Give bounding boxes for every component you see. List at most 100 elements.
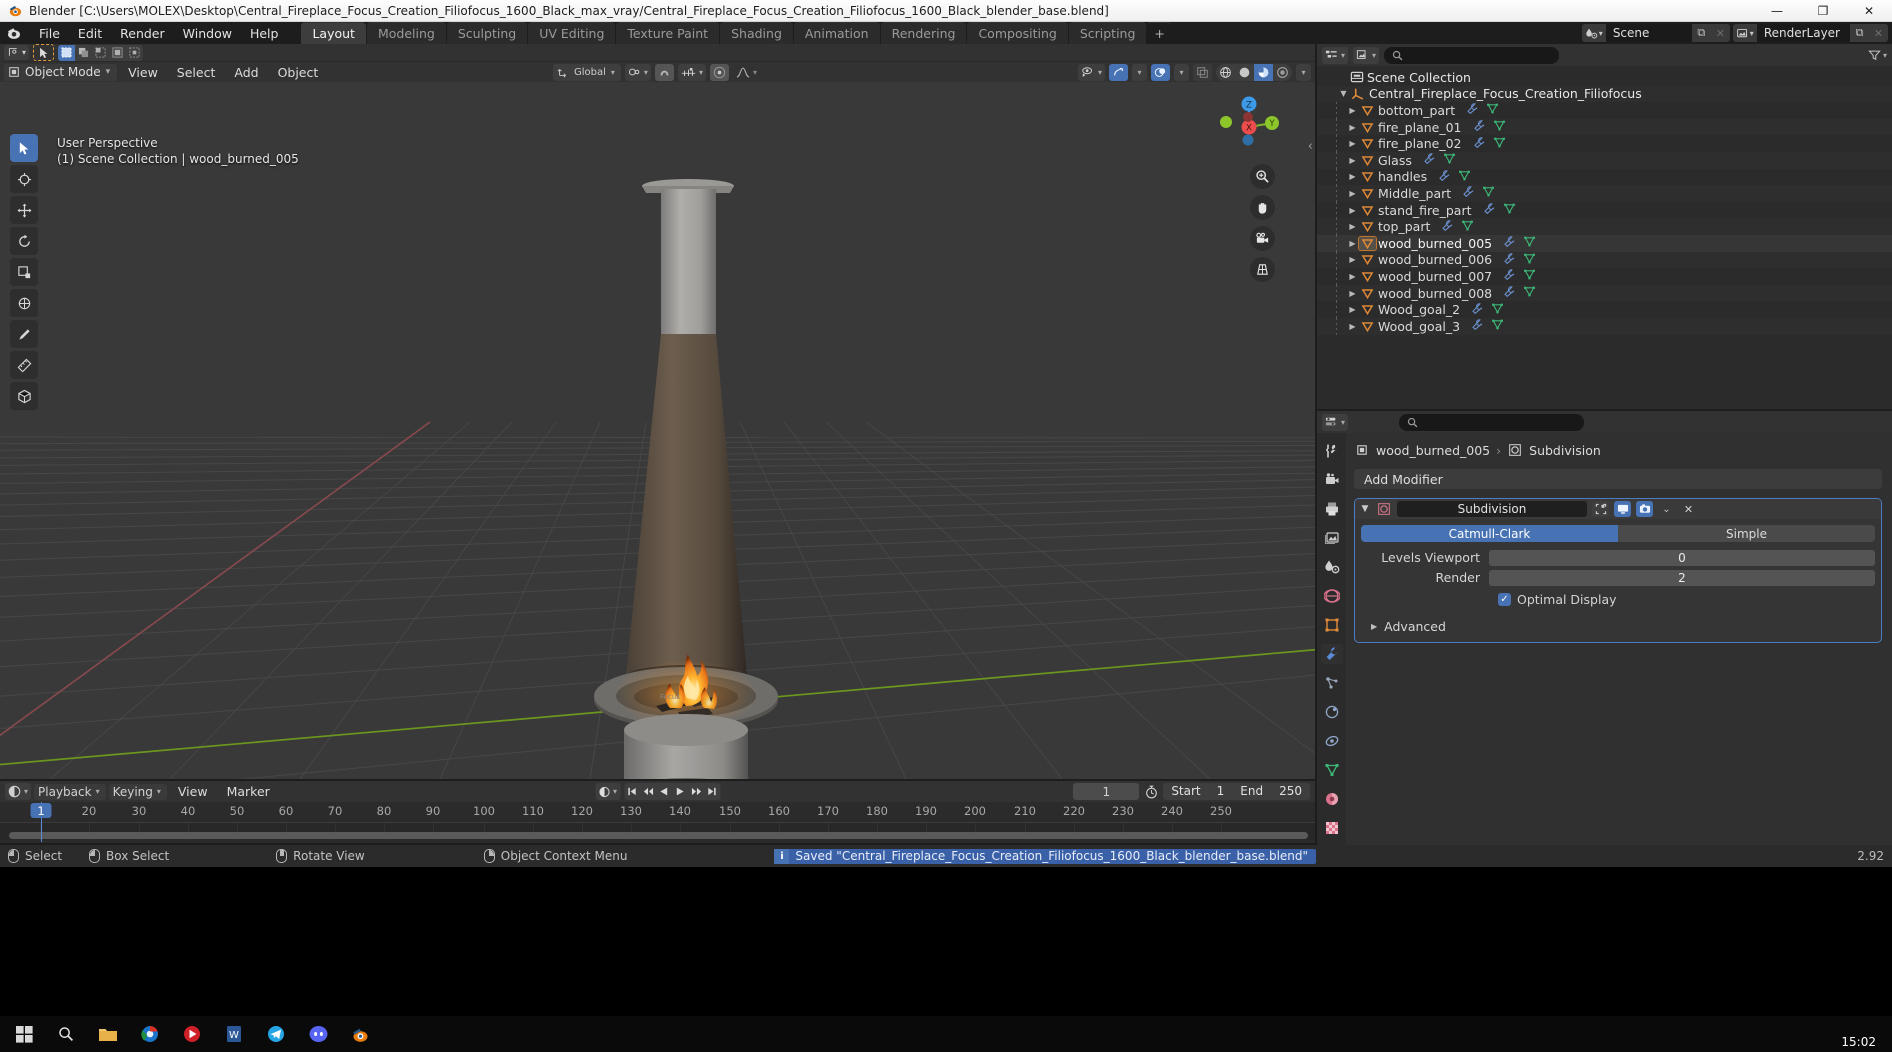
rotate-tool-icon[interactable] (10, 227, 38, 255)
add-cube-tool-icon[interactable] (10, 382, 38, 410)
add-workspace-button[interactable]: + (1147, 22, 1172, 44)
outliner-display-mode-button[interactable]: ▾ (1353, 46, 1380, 64)
word-icon[interactable]: W (214, 1017, 254, 1051)
next-keyframe-icon[interactable] (688, 783, 704, 800)
viewport-shading-group[interactable] (1216, 63, 1292, 81)
chat-app-icon[interactable] (256, 1017, 296, 1051)
timeline-editor[interactable]: ▾ Playback ▾ Keying ▾ View Marker ▾ 1 St… (0, 781, 1315, 843)
disclosure-triangle[interactable]: ▶ (1346, 206, 1359, 215)
cursor-tool-icon[interactable] (10, 165, 38, 193)
outliner-row-object[interactable]: ▶ Middle_part (1317, 185, 1892, 202)
outliner-row-object[interactable]: ▶ Wood_goal_3 (1317, 317, 1892, 335)
disclosure-triangle[interactable]: ▶ (1346, 322, 1359, 331)
disclosure-triangle[interactable]: ▶ (1346, 139, 1359, 148)
sidebar-expand-arrow[interactable]: ‹ (1308, 139, 1313, 154)
optimal-display-checkbox[interactable]: ✓ (1498, 593, 1511, 606)
outliner-row-object[interactable]: ▶ fire_plane_02 (1317, 135, 1892, 152)
modifier-icon[interactable] (1462, 185, 1475, 201)
disclosure-triangle[interactable]: ▶ (1346, 272, 1359, 281)
edit-mode-display-icon[interactable] (1592, 501, 1609, 517)
workspace-tab-uv-editing[interactable]: UV Editing (528, 21, 616, 45)
overlays-dropdown[interactable]: ▾ (1174, 63, 1189, 81)
timeline-menu-view[interactable]: View (170, 783, 216, 800)
levels-viewport-input[interactable]: 0 (1489, 549, 1875, 566)
modifier-icon[interactable] (1473, 119, 1486, 135)
outliner-row-object-selected[interactable]: ▶ wood_burned_005 (1317, 234, 1892, 252)
workspace-tab-layout[interactable]: Layout (301, 21, 366, 45)
pivot-point-selector[interactable]: ▾ (624, 63, 651, 81)
workspace-tab-shading[interactable]: Shading (720, 21, 793, 45)
simple-option[interactable]: Simple (1618, 525, 1875, 542)
timeline-menu-marker[interactable]: Marker (219, 783, 278, 800)
viewport-menu-select[interactable]: Select (169, 64, 224, 81)
shading-material-preview-icon[interactable] (1254, 63, 1273, 81)
menu-edit[interactable]: Edit (69, 24, 111, 43)
tab-modifier[interactable] (1320, 644, 1343, 664)
xray-toggle[interactable] (1193, 63, 1212, 81)
file-explorer-icon[interactable] (88, 1017, 128, 1051)
gizmo-dropdown[interactable]: ▾ (1132, 63, 1147, 81)
transform-orientation-selector[interactable]: Global ▾ (553, 63, 621, 81)
render-display-icon[interactable] (1636, 501, 1653, 517)
outliner-row-object[interactable]: ▶ top_part (1317, 218, 1892, 235)
current-frame-input[interactable]: 1 (1073, 783, 1140, 800)
outliner-editor[interactable]: ▾ ▾ ▾ Scene Collection ▼ Central_Firepla… (1317, 44, 1892, 409)
modifier-close-icon[interactable]: ✕ (1680, 501, 1697, 517)
frame-start-end[interactable]: Start 1 End 250 (1163, 783, 1310, 800)
mesh-data-icon[interactable] (1493, 136, 1506, 152)
outliner-row-object[interactable]: ▶ handles (1317, 168, 1892, 186)
tab-texture[interactable] (1321, 818, 1343, 838)
menu-help[interactable]: Help (241, 24, 288, 43)
workspace-tab-modeling[interactable]: Modeling (366, 21, 446, 45)
mesh-data-icon[interactable] (1443, 152, 1456, 168)
outliner-search-input[interactable] (1384, 46, 1560, 64)
render-levels-input[interactable]: 2 (1489, 569, 1875, 586)
tab-constraints[interactable] (1321, 731, 1343, 751)
outliner-row-object[interactable]: ▶ wood_burned_006 (1317, 251, 1892, 269)
scrollbar-thumb[interactable] (9, 832, 1308, 839)
mesh-data-icon[interactable] (1461, 219, 1474, 235)
mesh-data-icon[interactable] (1523, 235, 1536, 251)
select-set-icon[interactable] (58, 44, 76, 61)
mesh-data-icon[interactable] (1486, 102, 1499, 118)
add-modifier-button[interactable]: Add Modifier (1354, 469, 1882, 489)
jump-start-icon[interactable] (624, 783, 640, 800)
disclosure-triangle[interactable]: ▶ (1346, 239, 1359, 248)
modifier-icon[interactable] (1471, 302, 1484, 318)
playhead-label[interactable]: 1 (30, 803, 52, 818)
subdivision-type-toggle[interactable]: Catmull-Clark Simple (1361, 525, 1875, 542)
scale-tool-icon[interactable] (10, 258, 38, 286)
mesh-data-icon[interactable] (1458, 169, 1471, 185)
tab-view-layer[interactable] (1321, 528, 1343, 548)
shading-solid-icon[interactable] (1235, 64, 1254, 81)
viewport-menu-add[interactable]: Add (226, 64, 266, 81)
workspace-tab-sculpting[interactable]: Sculpting (446, 21, 528, 45)
tweak-tool-icon[interactable] (10, 134, 38, 162)
tab-world[interactable] (1321, 586, 1343, 606)
shading-rendered-icon[interactable] (1273, 64, 1292, 81)
start-button-icon[interactable] (4, 1017, 44, 1051)
disclosure-triangle[interactable]: ▶ (1346, 255, 1359, 264)
outliner-row-object[interactable]: ▶ wood_burned_007 (1317, 268, 1892, 285)
modifier-icon[interactable] (1503, 235, 1516, 251)
search-taskbar-icon[interactable] (46, 1017, 86, 1051)
mesh-data-icon[interactable] (1482, 185, 1495, 201)
workspace-tab-rendering[interactable]: Rendering (880, 21, 967, 45)
tab-physics[interactable] (1321, 702, 1343, 722)
proportional-editing-icon[interactable] (709, 63, 729, 81)
disclosure-triangle[interactable]: ▶ (1346, 156, 1359, 165)
end-frame-value[interactable]: 250 (1271, 783, 1310, 800)
measure-tool-icon[interactable] (10, 351, 38, 379)
outliner-row-object[interactable]: ▶ wood_burned_008 (1317, 284, 1892, 302)
select-intersect-icon[interactable] (126, 45, 143, 61)
mesh-data-icon[interactable] (1523, 285, 1536, 301)
play-reverse-icon[interactable] (656, 783, 672, 800)
modifier-dropdown-icon[interactable]: ⌄ (1658, 501, 1675, 517)
tab-render[interactable] (1321, 470, 1343, 490)
breadcrumb-object-name[interactable]: wood_burned_005 (1376, 443, 1490, 458)
modifier-collapse-arrow[interactable]: ▼ (1359, 504, 1371, 514)
outliner-row-object[interactable]: ▶ Wood_goal_2 (1317, 301, 1892, 318)
menu-file[interactable]: File (30, 24, 69, 43)
minimize-button[interactable]: — (1754, 0, 1800, 22)
ortho-icon[interactable] (1250, 257, 1275, 282)
